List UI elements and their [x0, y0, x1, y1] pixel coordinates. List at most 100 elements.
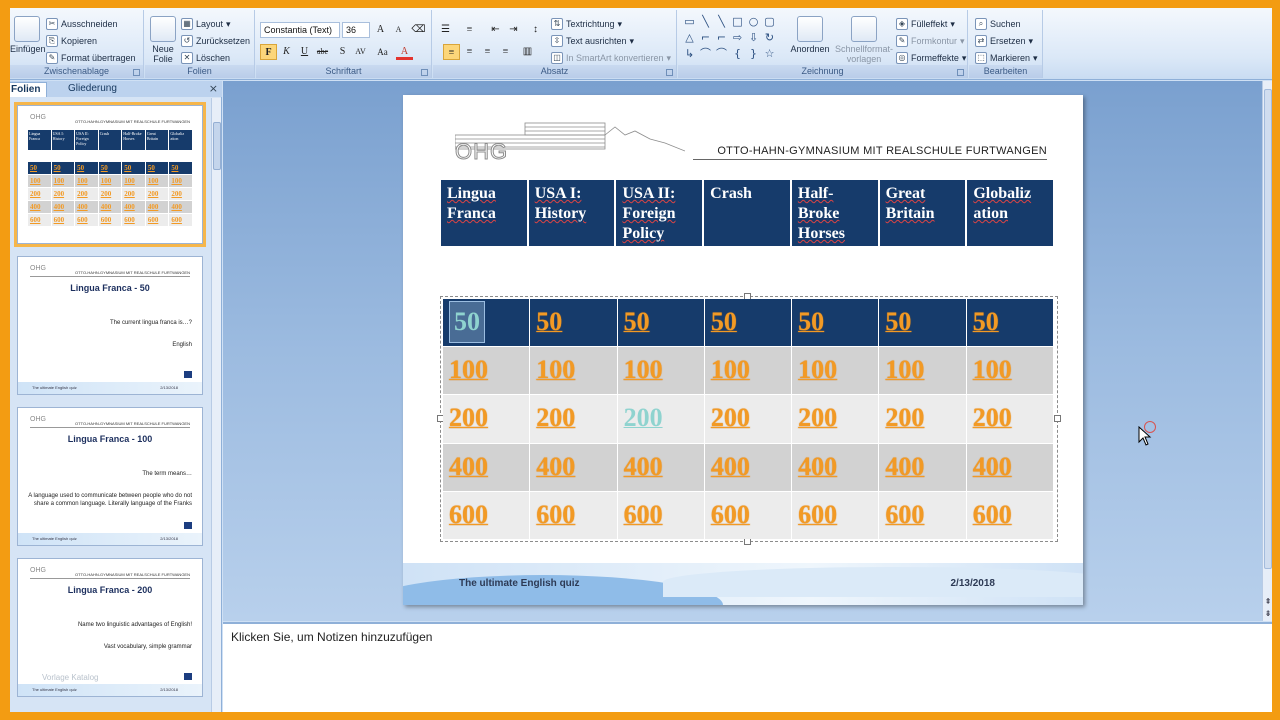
layout-button[interactable]: ▦ Layout ▾	[181, 16, 231, 32]
grow-font-button[interactable]: A	[372, 22, 389, 38]
board-cell[interactable]: 100	[704, 347, 792, 395]
prev-slide-icon[interactable]: ⇞	[1263, 597, 1272, 607]
oval-shape-icon[interactable]: ○	[746, 14, 761, 29]
close-icon[interactable]: ×	[209, 82, 218, 95]
italic-button[interactable]: K	[278, 44, 295, 60]
arrange-button[interactable]: Anordnen	[788, 16, 832, 54]
category-header[interactable]: USA II: Foreign Policy	[616, 180, 703, 246]
smartart-button[interactable]: ◫ In SmartArt konvertieren ▾	[551, 50, 671, 66]
category-header[interactable]: Half-Broke Horses	[791, 180, 878, 246]
board-cell[interactable]: 200	[966, 395, 1053, 443]
category-header[interactable]: Crash	[704, 180, 790, 246]
copy-button[interactable]: ⎘ Kopieren	[46, 33, 97, 49]
find-button[interactable]: ⌕ Suchen	[975, 16, 1021, 32]
decrease-indent-icon[interactable]: ⇤	[487, 22, 504, 38]
board-cell[interactable]: 100	[879, 347, 966, 395]
board-cell[interactable]: 600	[966, 491, 1053, 539]
format-painter-button[interactable]: ✎ Format übertragen	[46, 50, 136, 66]
board-cell[interactable]: 50	[617, 299, 704, 347]
strike-button[interactable]: abe	[314, 44, 331, 60]
tab-outline[interactable]: Gliederung	[62, 82, 123, 97]
quick-styles-button[interactable]: Schnellformat-vorlagen	[834, 16, 894, 64]
elbow2-shape-icon[interactable]: ⌐	[714, 30, 729, 45]
drawing-launcher-icon[interactable]	[957, 69, 964, 76]
board-cell[interactable]: 600	[443, 491, 530, 539]
board-cell[interactable]: 400	[792, 443, 879, 491]
board-cell[interactable]: 200	[443, 395, 530, 443]
board-cell[interactable]: 100	[792, 347, 879, 395]
paragraph-launcher-icon[interactable]	[666, 69, 673, 76]
board-cell[interactable]: 200	[530, 395, 617, 443]
clear-format-icon[interactable]: ⌫	[410, 22, 427, 38]
board-cell[interactable]: 400	[530, 443, 617, 491]
cut-button[interactable]: ✂ Ausschneiden	[46, 16, 118, 32]
font-size-combo[interactable]: 36	[342, 22, 370, 38]
fill-button[interactable]: ◈ Fülleffekt ▾	[896, 16, 955, 32]
board-cell[interactable]: 50	[704, 299, 792, 347]
board-cell[interactable]: 600	[530, 491, 617, 539]
clipboard-launcher-icon[interactable]	[133, 69, 140, 76]
board-cell[interactable]: 200	[879, 395, 966, 443]
resize-handle-bottom[interactable]	[744, 538, 751, 545]
board-cell[interactable]: 50	[443, 299, 530, 347]
align-center-icon[interactable]: ≡	[461, 44, 478, 60]
line2-shape-icon[interactable]: ╲	[714, 14, 729, 29]
font-color-button[interactable]: A	[396, 44, 413, 60]
outline-button[interactable]: ✎ Formkontur ▾	[896, 33, 965, 49]
board-cell[interactable]: 50	[530, 299, 617, 347]
columns-icon[interactable]: ▥	[519, 44, 536, 60]
line-spacing-icon[interactable]: ↕	[527, 22, 544, 38]
notes-placeholder[interactable]: Klicken Sie, um Notizen hinzuzufügen	[231, 630, 432, 644]
loop-shape-icon[interactable]: ↻	[762, 30, 777, 45]
board-cell[interactable]: 50	[792, 299, 879, 347]
pane-scrollbar[interactable]	[211, 98, 221, 712]
triangle-shape-icon[interactable]: △	[682, 30, 697, 45]
text-direction-button[interactable]: ⇅ Textrichtung ▾	[551, 16, 622, 32]
hook-shape-icon[interactable]: ↳	[682, 46, 697, 61]
canvas-scroll-thumb[interactable]	[1264, 89, 1272, 569]
paste-button[interactable]: Einfügen	[10, 16, 46, 54]
notes-pane[interactable]: Klicken Sie, um Notizen hinzuzufügen	[223, 622, 1272, 712]
font-launcher-icon[interactable]	[421, 69, 428, 76]
replace-button[interactable]: ⇄ Ersetzen ▾	[975, 33, 1033, 49]
align-left-icon[interactable]: ≡	[443, 44, 460, 60]
bold-button[interactable]: F	[260, 44, 277, 60]
board-cell[interactable]: 100	[530, 347, 617, 395]
align-text-button[interactable]: ⇳ Text ausrichten ▾	[551, 33, 634, 49]
shadow-button[interactable]: S	[334, 44, 351, 60]
canvas-scrollbar[interactable]: ⇞ ⇟	[1262, 81, 1272, 621]
board-cell[interactable]: 100	[443, 347, 530, 395]
rounded-rect-shape-icon[interactable]: ▢	[762, 14, 777, 29]
increase-indent-icon[interactable]: ⇥	[505, 22, 522, 38]
bullets-icon[interactable]: ☰	[437, 22, 454, 38]
board-cell[interactable]: 400	[443, 443, 530, 491]
shrink-font-button[interactable]: A	[390, 22, 407, 38]
resize-handle-right[interactable]	[1054, 415, 1061, 422]
board-cell[interactable]: 50	[879, 299, 966, 347]
underline-button[interactable]: U	[296, 44, 313, 60]
delete-slide-button[interactable]: ✕ Löschen	[181, 50, 230, 66]
justify-icon[interactable]: ≡	[497, 44, 514, 60]
board-cell[interactable]: 600	[704, 491, 792, 539]
category-header[interactable]: Globaliz ation	[967, 180, 1054, 246]
numbering-icon[interactable]: ≡	[461, 22, 478, 38]
board-cell[interactable]: 600	[879, 491, 966, 539]
slide-thumbnail-1[interactable]: OHG OTTO-HAHN-GYMNASIUM MIT REALSCHULE F…	[14, 102, 206, 247]
tab-slides[interactable]: Folien	[10, 82, 48, 97]
brace-right-shape-icon[interactable]: }	[746, 46, 761, 61]
reset-button[interactable]: ↺ Zurücksetzen	[181, 33, 250, 49]
category-header[interactable]: Lingua Franca	[441, 180, 527, 246]
select-button[interactable]: ⬚ Markieren ▾	[975, 50, 1038, 66]
elbow-shape-icon[interactable]: ⌐	[698, 30, 713, 45]
star-shape-icon[interactable]: ☆	[762, 46, 777, 61]
brace-left-shape-icon[interactable]: {	[730, 46, 745, 61]
new-slide-button[interactable]: Neue Folie	[147, 16, 179, 64]
rect-shape-icon[interactable]: □	[730, 14, 745, 29]
board-cell[interactable]: 100	[966, 347, 1053, 395]
arrow-right-shape-icon[interactable]: ⇨	[730, 30, 745, 45]
font-name-combo[interactable]: Constantia (Text)	[260, 22, 340, 38]
shapes-gallery[interactable]: ▭ ╲ ╲ □ ○ ▢ △ ⌐ ⌐ ⇨ ⇩ ↻ ↳ ⌒ ⌒ { } ☆	[682, 14, 774, 62]
board-cell[interactable]: 600	[792, 491, 879, 539]
board-cell[interactable]: 400	[879, 443, 966, 491]
board-cell[interactable]: 400	[966, 443, 1053, 491]
